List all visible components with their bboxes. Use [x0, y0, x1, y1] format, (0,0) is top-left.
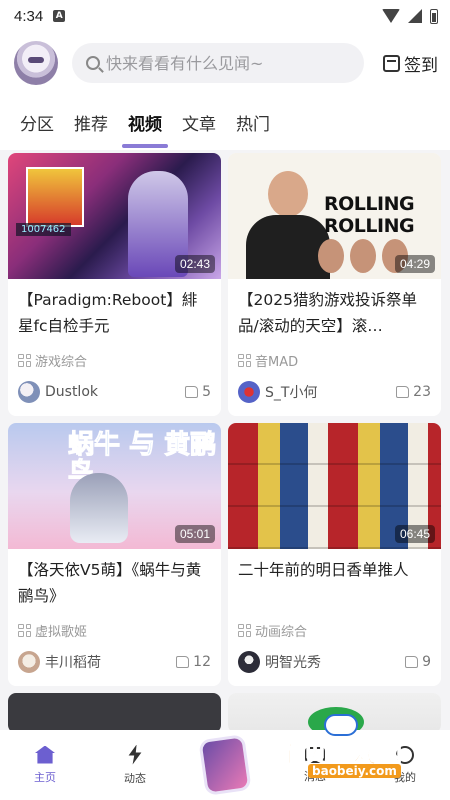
thumbnail-score: 1007462: [16, 223, 71, 236]
video-card[interactable]: 06:45 二十年前的明日香单推人 动画综合 明智光秀 9: [228, 423, 441, 686]
tab-hot[interactable]: 热门: [236, 94, 270, 150]
video-category: 游戏综合: [8, 349, 221, 371]
search-icon: [86, 56, 100, 70]
author-avatar[interactable]: [238, 651, 260, 673]
thumbnail-art: [26, 167, 84, 227]
thumbs-up-icon: [396, 386, 410, 398]
notification-icon: A: [53, 10, 66, 22]
like-button[interactable]: 23: [396, 384, 431, 400]
like-button[interactable]: 12: [176, 654, 211, 670]
search-input[interactable]: [106, 53, 346, 73]
wifi-icon: [382, 9, 400, 23]
video-thumbnail[interactable]: 蜗牛 与 黄鹂鸟 05:01: [8, 423, 221, 549]
like-count: 5: [202, 384, 211, 400]
video-duration: 02:43: [174, 255, 215, 273]
thumbs-up-icon: [185, 386, 199, 398]
video-duration: 05:01: [174, 525, 215, 543]
like-button[interactable]: 9: [405, 654, 431, 670]
like-count: 23: [413, 384, 431, 400]
category-icon: [18, 623, 31, 637]
author-avatar[interactable]: [18, 651, 40, 673]
tab-articles[interactable]: 文章: [182, 94, 216, 150]
video-thumbnail[interactable]: 1007462 02:43: [8, 153, 221, 279]
video-card[interactable]: [8, 693, 221, 733]
category-icon: [18, 353, 31, 367]
author-name[interactable]: S_T小何: [265, 382, 317, 402]
video-thumbnail[interactable]: ROLLING ROLLING 04:29: [228, 153, 441, 279]
video-card[interactable]: [228, 693, 441, 733]
tab-video[interactable]: 视频: [122, 94, 168, 150]
video-title[interactable]: 二十年前的明日香单推人: [228, 549, 441, 617]
video-title[interactable]: 【2025猎豹游戏投诉祭单品/滚动的天空】滚…: [228, 279, 441, 347]
nav-feed-label: 动态: [124, 771, 146, 785]
category-label: 游戏综合: [35, 354, 88, 370]
calendar-icon: [383, 54, 400, 72]
thumbnail-text: ROLLING ROLLING: [324, 193, 415, 237]
thumbnail-character: [70, 473, 128, 543]
profile-icon: [396, 745, 414, 764]
status-time: 4:34: [14, 7, 44, 25]
like-count: 12: [193, 654, 211, 670]
like-count: 9: [422, 654, 431, 670]
category-tabs: 分区 推荐 视频 文章 热门: [0, 94, 450, 150]
tab-zones[interactable]: 分区: [20, 94, 54, 150]
video-meta: S_T小何 23: [228, 379, 441, 405]
video-card[interactable]: 1007462 02:43 【Paradigm:Reboot】緋星fc自检手元 …: [8, 153, 221, 416]
author-name[interactable]: 丰川稻荷: [45, 652, 101, 672]
create-icon: [201, 737, 249, 793]
author-avatar[interactable]: [238, 381, 260, 403]
author-name[interactable]: 明智光秀: [265, 652, 321, 672]
nav-create[interactable]: [180, 730, 270, 800]
video-thumbnail[interactable]: [228, 693, 441, 733]
video-title[interactable]: 【Paradigm:Reboot】緋星fc自检手元: [8, 279, 221, 347]
nav-home-label: 主页: [34, 770, 56, 784]
bottom-nav: 主页 动态 消息 我的: [0, 730, 450, 800]
category-label: 虚拟歌姬: [35, 624, 88, 640]
nav-messages[interactable]: 消息: [270, 730, 360, 800]
author-avatar[interactable]: [18, 381, 40, 403]
bolt-icon: [128, 744, 142, 765]
status-indicators: [382, 8, 438, 24]
author-name[interactable]: Dustlok: [45, 384, 98, 400]
category-label: 音MAD: [255, 354, 299, 370]
video-card[interactable]: ROLLING ROLLING 04:29 【2025猎豹游戏投诉祭单品/滚动的…: [228, 153, 441, 416]
signal-icon: [408, 9, 422, 23]
video-thumbnail[interactable]: [8, 693, 221, 733]
video-meta: 明智光秀 9: [228, 649, 441, 675]
category-icon: [238, 623, 251, 637]
checkin-button[interactable]: 签到: [383, 51, 438, 76]
battery-icon: [430, 8, 438, 24]
video-category: 动画综合: [228, 619, 441, 641]
app-header: 签到: [0, 32, 450, 94]
search-bar[interactable]: [72, 43, 364, 83]
nav-home[interactable]: 主页: [0, 730, 90, 800]
video-duration: 04:29: [394, 255, 435, 273]
thumbs-up-icon: [405, 656, 419, 668]
video-category: 虚拟歌姬: [8, 619, 221, 641]
video-category: 音MAD: [228, 349, 441, 371]
video-duration: 06:45: [394, 525, 435, 543]
video-meta: Dustlok 5: [8, 379, 221, 405]
category-label: 动画综合: [255, 624, 308, 640]
thumbs-up-icon: [176, 656, 190, 668]
status-bar: 4:34 A: [0, 0, 450, 32]
home-icon: [35, 745, 55, 764]
user-avatar[interactable]: [14, 41, 58, 85]
nav-profile[interactable]: 我的: [360, 730, 450, 800]
video-thumbnail[interactable]: 06:45: [228, 423, 441, 549]
category-icon: [238, 353, 251, 367]
like-button[interactable]: 5: [185, 384, 211, 400]
nav-profile-label: 我的: [394, 770, 416, 784]
nav-feed[interactable]: 动态: [90, 730, 180, 800]
video-card[interactable]: 蜗牛 与 黄鹂鸟 05:01 【洛天依V5萌】《蜗牛与黄鹂鸟》 虚拟歌姬 丰川稻…: [8, 423, 221, 686]
nav-messages-label: 消息: [304, 769, 326, 783]
video-title[interactable]: 【洛天依V5萌】《蜗牛与黄鹂鸟》: [8, 549, 221, 617]
message-icon: [305, 746, 325, 763]
video-meta: 丰川稻荷 12: [8, 649, 221, 675]
checkin-label: 签到: [404, 55, 438, 76]
tab-recommend[interactable]: 推荐: [74, 94, 108, 150]
